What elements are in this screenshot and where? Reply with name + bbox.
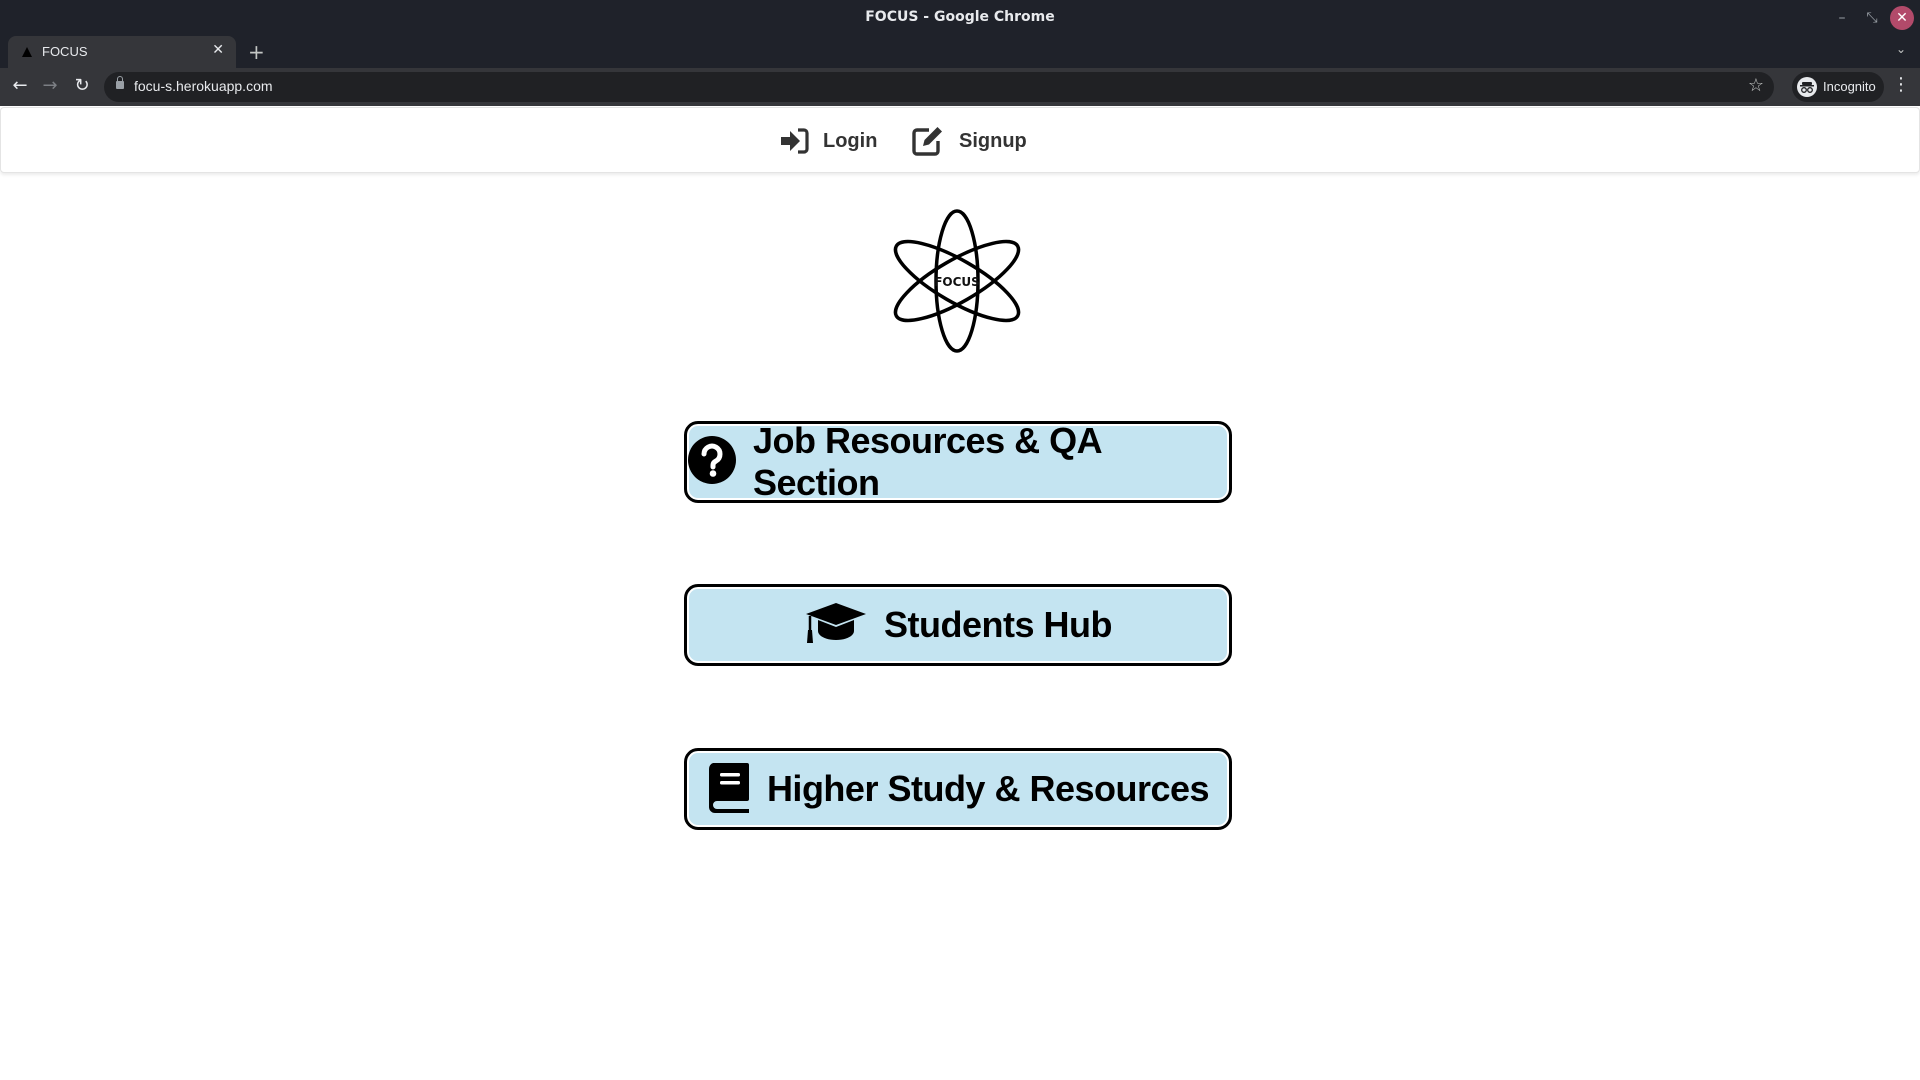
incognito-label: Incognito [1823,79,1876,94]
sign-in-icon [779,128,809,154]
higher-study-label: Higher Study & Resources [766,768,1210,809]
job-resources-qa-button[interactable]: Job Resources & QA Section [684,420,1232,503]
browser-toolbar: ← → ↻ focu-s.herokuapp.com ☆ Incognito ⋮ [0,68,1920,106]
close-window-button[interactable]: ✕ [1890,6,1914,30]
signup-link[interactable]: Signup [911,124,1027,158]
minimize-button[interactable]: – [1832,8,1852,28]
address-bar[interactable]: focu-s.herokuapp.com ☆ [104,72,1774,102]
tab-search-button[interactable]: ⌄ [1896,42,1906,56]
site-navbar: Login Signup [0,107,1920,173]
forward-button[interactable]: → [38,74,62,98]
tab-title: FOCUS [42,44,88,59]
job-resources-label: Job Resources & QA Section [753,420,1101,503]
new-tab-button[interactable]: + [248,40,265,64]
higher-study-resources-button[interactable]: Higher Study & Resources [684,748,1232,830]
restore-button[interactable]: ⤡ [1862,8,1882,28]
page-content: Login Signup FOCUS Job Resources & QA Se… [0,106,1920,1080]
edit-icon [911,126,945,156]
back-button[interactable]: ← [8,74,32,98]
favicon-icon [22,47,32,57]
logo-text: FOCUS [934,275,980,289]
bookmark-star-icon[interactable]: ☆ [1748,75,1764,96]
focus-logo: FOCUS [880,206,1040,366]
tab-focus[interactable]: FOCUS ✕ [8,36,236,68]
book-icon [707,761,751,817]
tab-close-button[interactable]: ✕ [212,42,224,58]
chrome-menu-button[interactable]: ⋮ [1892,74,1910,95]
url-text[interactable]: focu-s.herokuapp.com [134,78,273,94]
reload-button[interactable]: ↻ [70,74,94,98]
graduation-cap-icon [804,601,868,649]
signup-label: Signup [959,129,1027,152]
login-label: Login [823,129,878,152]
window-title: FOCUS - Google Chrome [865,9,1055,25]
lock-icon [116,76,124,89]
incognito-icon [1797,77,1817,97]
login-link[interactable]: Login [779,124,877,158]
window-titlebar: FOCUS - Google Chrome – ⤡ ✕ [0,0,1920,36]
incognito-profile-button[interactable]: Incognito [1792,72,1884,102]
students-hub-label: Students Hub [884,604,1112,645]
question-circle-icon [687,435,737,489]
students-hub-button[interactable]: Students Hub [684,584,1232,666]
tab-strip: FOCUS ✕ + ⌄ [0,36,1920,68]
